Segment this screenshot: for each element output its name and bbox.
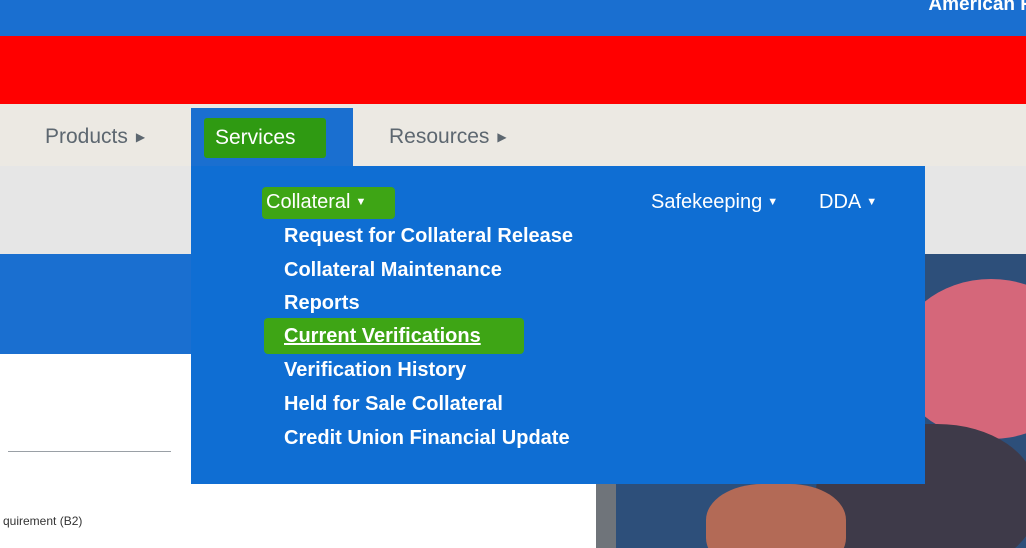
- menu-link-request-collateral-release[interactable]: Request for Collateral Release: [284, 225, 573, 248]
- menu-safekeeping[interactable]: Safekeeping ▼: [651, 191, 778, 214]
- menu-safekeeping-label: Safekeeping: [651, 191, 763, 213]
- menu-link-reports[interactable]: Reports: [284, 292, 360, 315]
- chevron-right-icon: ▶: [497, 130, 507, 144]
- photo-hand-shape: [706, 484, 846, 548]
- menu-collateral-label: Collateral: [266, 191, 351, 213]
- content-divider: [8, 451, 171, 452]
- menu-collateral[interactable]: Collateral ▼: [266, 191, 366, 214]
- nav-products-label: Products: [45, 125, 128, 148]
- caret-down-icon: ▼: [767, 196, 779, 208]
- chevron-right-icon: ▶: [135, 130, 146, 144]
- caret-down-icon: ▼: [866, 196, 878, 208]
- nav-resources[interactable]: Resources ▶: [389, 125, 507, 149]
- services-dropdown: Collateral ▼ Safekeeping ▼ DDA ▼ Request fo…: [191, 166, 925, 484]
- menu-dda[interactable]: DDA ▼: [819, 191, 877, 214]
- menu-link-current-verifications[interactable]: Current Verifications: [284, 325, 481, 348]
- requirement-text: quirement (B2): [3, 514, 83, 528]
- menu-link-held-for-sale-collateral[interactable]: Held for Sale Collateral: [284, 393, 503, 416]
- menu-link-credit-union-financial-update[interactable]: Credit Union Financial Update: [284, 427, 570, 450]
- menu-link-verification-history[interactable]: Verification History: [284, 359, 466, 382]
- nav-services[interactable]: Services: [191, 108, 353, 168]
- nav-products[interactable]: Products ▶: [45, 125, 145, 149]
- red-banner: [0, 36, 1026, 104]
- hero-blue-panel: [0, 254, 196, 354]
- main-nav: Products ▶ Resources ▶: [0, 104, 1026, 166]
- nav-services-label: Services: [215, 126, 296, 149]
- top-bar: American R: [0, 0, 1026, 36]
- brand-name: American R: [928, 0, 1026, 15]
- nav-resources-label: Resources: [389, 125, 490, 148]
- caret-down-icon: ▼: [355, 196, 367, 208]
- menu-link-collateral-maintenance[interactable]: Collateral Maintenance: [284, 259, 502, 282]
- menu-dda-label: DDA: [819, 191, 862, 213]
